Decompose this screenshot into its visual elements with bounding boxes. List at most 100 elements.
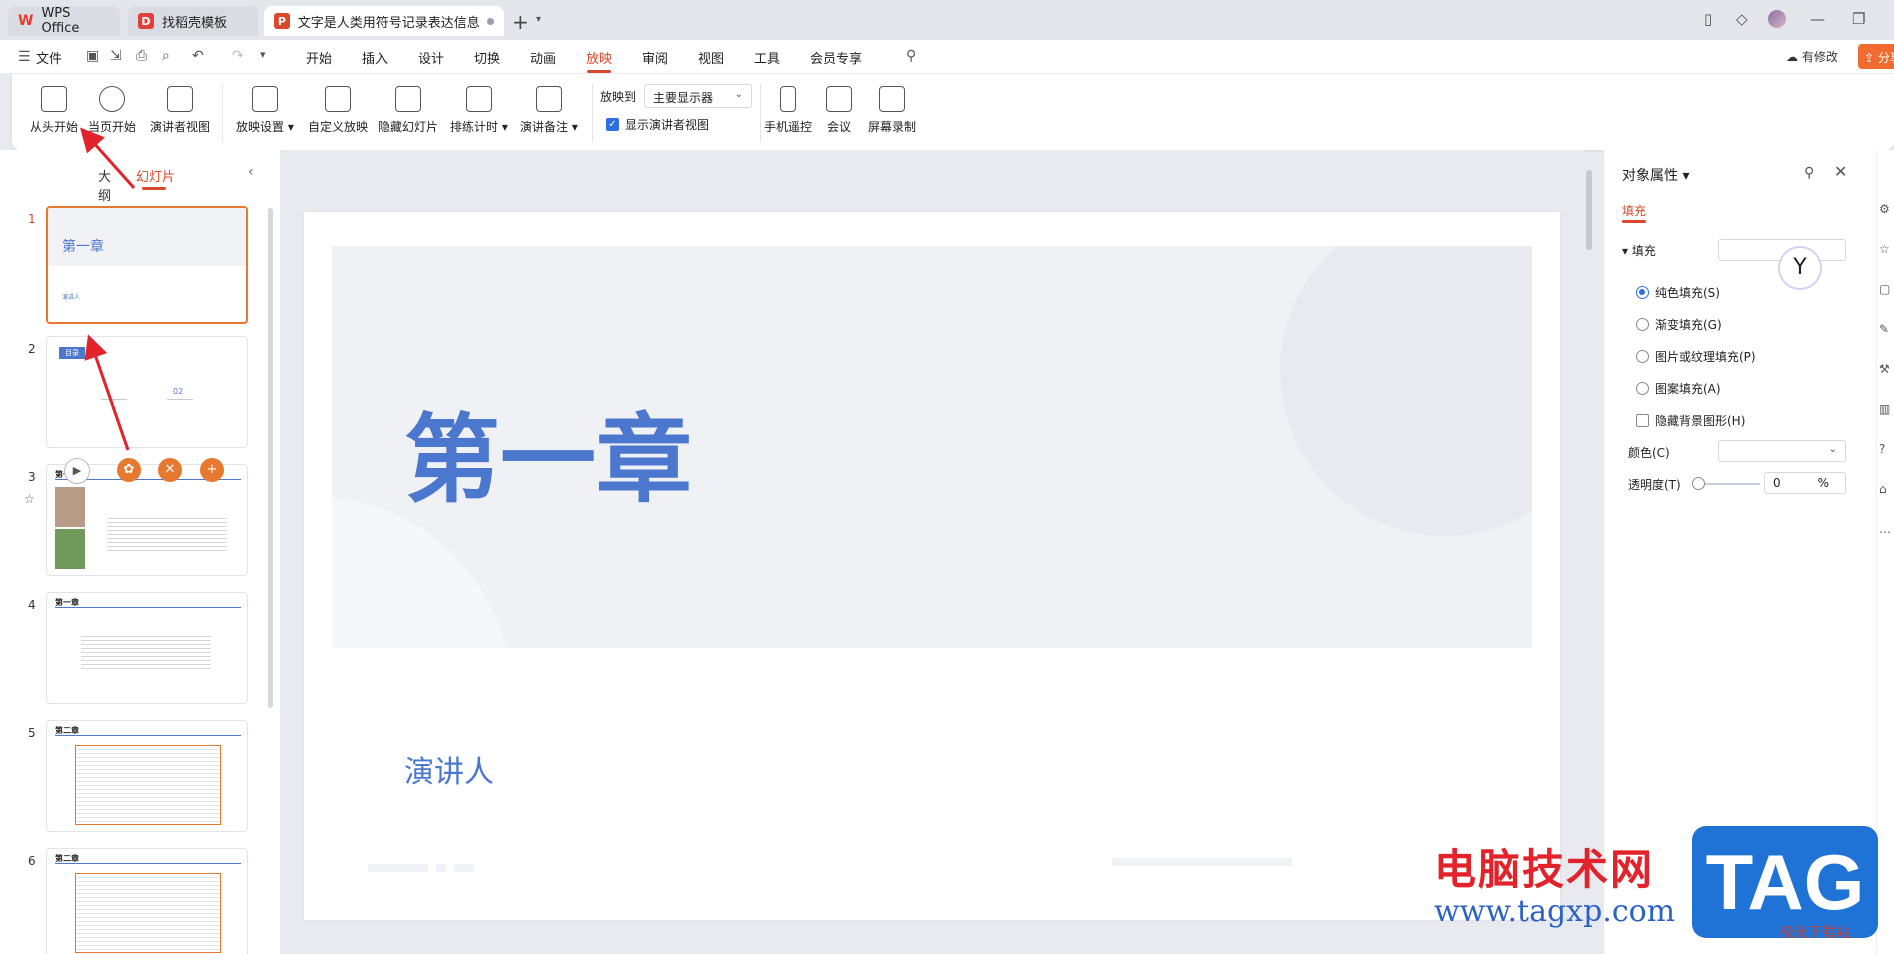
assistant-icon[interactable]: Y [1778,246,1822,290]
more-icon[interactable]: … [1879,522,1891,536]
menu-membership[interactable]: 会员专享 [810,48,862,67]
decor-bar [436,864,446,872]
hide-background-checkbox[interactable]: 隐藏背景图形(H) [1636,412,1745,429]
radio-icon [1636,318,1649,331]
custom-show-button[interactable]: 自定义放映 [308,86,368,135]
tools-icon[interactable]: ✕ [158,458,182,482]
menu-animation[interactable]: 动画 [530,48,556,67]
pin-icon[interactable]: ⚲ [1804,165,1814,181]
modified-button[interactable]: ☁ 有修改 [1786,48,1838,65]
show-settings-button[interactable]: 放映设置 ▾ [236,86,294,135]
radio-picture-fill[interactable]: 图片或纹理填充(P) [1636,348,1756,365]
radio-solid-fill[interactable]: 纯色填充(S) [1636,284,1720,301]
speaker-notes-button[interactable]: 演讲备注 ▾ [520,86,578,135]
phone-icon [780,86,796,112]
thumb-photo-lotus [55,529,85,569]
tab-templates[interactable]: D 找稻壳模板 [128,6,258,36]
restore-icon[interactable]: ❐ [1852,10,1865,28]
avatar[interactable] [1768,10,1786,28]
menu-design[interactable]: 设计 [418,48,444,67]
chevron-down-icon[interactable]: ▾ [536,14,541,25]
show-presenter-view-checkbox[interactable]: ✓ 显示演讲者视图 [606,116,709,133]
transition-icon[interactable]: ✿ [117,458,141,482]
slide-thumbnail-4[interactable]: 第一章 [46,592,248,704]
print-icon[interactable]: ⎙ [136,48,147,64]
ribbon-label: 演讲备注 ▾ [520,120,578,134]
menu-slideshow[interactable]: 放映 [586,48,612,67]
slide-presenter[interactable]: 演讲人 [404,747,494,791]
slide-title[interactable]: 第一章 [404,382,692,521]
presenter-view-button[interactable]: 演讲者视图 [150,86,210,135]
slide-thumbnail-2[interactable]: 目录 02 [46,336,248,448]
new-tab-icon[interactable]: + [512,10,529,34]
slide-thumbnail-panel: 大纲 幻灯片 ‹ 1 第一章 演讲人 2 目录 02 3 ☆ 第一章 4 第一章… [0,150,280,954]
menu-lines-icon[interactable]: ☰ [18,49,31,65]
star-icon[interactable]: ☆ [24,492,35,506]
panel-scrollbar[interactable] [268,208,273,708]
tab-outline[interactable]: 大纲 [98,166,111,204]
hide-slide-button[interactable]: 隐藏幻灯片 [378,86,438,135]
slide-number: 4 [28,598,36,612]
star-icon[interactable]: ☆ [1879,242,1890,256]
add-slide-icon[interactable]: + [200,458,224,482]
file-menu[interactable]: 文件 [36,48,62,67]
menu-review[interactable]: 审阅 [642,48,668,67]
screen-record-button[interactable]: 屏幕录制 [868,86,916,135]
active-tab-underline [587,70,611,73]
monitor-select[interactable]: 主要显示器 ⌄ [644,84,752,108]
canvas-scrollbar[interactable] [1586,170,1592,250]
menu-insert[interactable]: 插入 [362,48,388,67]
phone-remote-button[interactable]: 手机遥控 [764,86,812,135]
export-icon[interactable]: ⇲ [110,48,122,64]
ribbon-label: 自定义放映 [308,120,369,134]
chevron-down-icon[interactable]: ▾ [260,48,266,61]
slide-thumbnail-5[interactable]: 第二章 [46,720,248,832]
tab-fill[interactable]: 填充 [1622,202,1646,219]
meeting-button[interactable]: 会议 [826,86,852,135]
tab-wps-office[interactable]: W WPS Office [8,6,120,36]
share-button[interactable]: ⇪ 分享 [1858,44,1894,69]
print-preview-icon[interactable]: ⌕ [162,48,170,64]
help-icon[interactable]: ? [1879,442,1885,456]
thumb-title: 第一章 [62,239,104,255]
reading-mode-icon[interactable]: ▯ [1704,10,1712,28]
checkbox-icon [1636,414,1649,427]
thumb-title: 目录 [59,347,85,359]
radio-gradient-fill[interactable]: 渐变填充(G) [1636,316,1722,333]
shirt-icon[interactable]: ⌂ [1879,482,1887,496]
rehearse-timing-button[interactable]: 排练计时 ▾ [450,86,508,135]
transparency-slider-knob[interactable] [1692,477,1705,490]
menu-transition[interactable]: 切换 [474,48,500,67]
cube-icon[interactable]: ◇ [1736,10,1748,28]
menu-view[interactable]: 视图 [698,48,724,67]
fill-section-toggle[interactable]: ▾ 填充 [1622,242,1656,259]
menu-tools[interactable]: 工具 [754,48,780,67]
decor-bar [1112,858,1292,866]
current-slide[interactable]: 第一章 演讲人 [304,212,1560,920]
redo-icon[interactable]: ↷ [232,48,244,64]
undo-icon[interactable]: ↶ [192,48,204,64]
book-icon[interactable]: ▥ [1879,402,1890,416]
collapse-panel-icon[interactable]: ‹ [248,164,254,180]
transparency-input[interactable]: 0 % [1764,472,1846,494]
radio-pattern-fill[interactable]: 图案填充(A) [1636,380,1721,397]
color-select[interactable]: ⌄ [1718,440,1846,462]
slide-thumbnail-1[interactable]: 第一章 演讲人 [46,206,248,324]
from-current-button[interactable]: 当页开始 [88,86,136,135]
tools-icon[interactable]: ⚒ [1879,362,1890,376]
close-icon[interactable]: ✕ [1834,162,1847,181]
panel-title[interactable]: 对象属性 ▾ [1622,165,1689,185]
save-icon[interactable]: ▣ [86,48,99,64]
play-icon[interactable]: ▶ [64,458,90,484]
slide-thumbnail-6[interactable]: 第二章 [46,848,248,954]
from-start-button[interactable]: 从头开始 [30,86,78,135]
template-icon: D [138,13,154,29]
tab-slides[interactable]: 幻灯片 [136,166,175,185]
comment-icon[interactable]: ▢ [1879,282,1890,296]
properties-icon[interactable]: ⚙ [1879,202,1890,216]
brush-icon[interactable]: ✎ [1879,322,1889,336]
tab-current-document[interactable]: P 文字是人类用符号记录表达信息以 [264,6,504,36]
search-icon[interactable]: ⚲ [906,48,916,64]
minimize-icon[interactable]: — [1810,10,1825,28]
menu-home[interactable]: 开始 [306,48,332,67]
